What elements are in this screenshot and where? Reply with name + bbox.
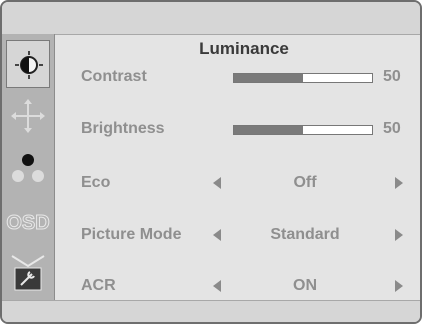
osd-header-bar	[2, 2, 420, 35]
osd-icon-text: OSD	[6, 212, 49, 234]
sidebar-item-color[interactable]	[6, 144, 50, 192]
eco-value: Off	[293, 174, 317, 191]
sidebar-item-luminance[interactable]	[6, 40, 50, 88]
sidebar-item-image-position[interactable]	[6, 92, 50, 140]
eco-label: Eco	[81, 174, 111, 191]
osd-menu: OSD Luminance Contrast 50 Brightness 50 …	[0, 0, 422, 324]
brightness-value: 50	[383, 120, 401, 137]
luminance-icon	[15, 51, 43, 79]
extra-tools-icon	[11, 255, 45, 291]
brightness-slider[interactable]	[233, 125, 373, 135]
picture-mode-value: Standard	[270, 226, 340, 243]
settings-panel: Luminance Contrast 50 Brightness 50 Eco …	[55, 34, 420, 300]
picture-mode-right-arrow-icon[interactable]	[395, 229, 403, 241]
picture-mode-left-arrow-icon[interactable]	[213, 229, 221, 241]
osd-footer-bar	[2, 300, 420, 322]
osd-icon: OSD	[6, 212, 50, 235]
contrast-slider-fill	[234, 74, 303, 82]
contrast-label: Contrast	[81, 68, 147, 85]
acr-label: ACR	[81, 277, 116, 294]
acr-right-arrow-icon[interactable]	[395, 280, 403, 292]
eco-right-arrow-icon[interactable]	[395, 177, 403, 189]
contrast-slider[interactable]	[233, 73, 373, 83]
picture-mode-label: Picture Mode	[81, 226, 182, 243]
acr-left-arrow-icon[interactable]	[213, 280, 221, 292]
image-position-icon	[11, 99, 45, 133]
contrast-value: 50	[383, 68, 401, 85]
osd-sidebar: OSD	[2, 34, 55, 300]
brightness-slider-fill	[234, 126, 303, 134]
sidebar-item-osd[interactable]: OSD	[6, 196, 50, 244]
section-title: Luminance	[199, 39, 289, 58]
sidebar-item-extra[interactable]	[6, 248, 50, 296]
eco-left-arrow-icon[interactable]	[213, 177, 221, 189]
acr-value: ON	[293, 277, 317, 294]
color-icon	[12, 154, 44, 182]
brightness-label: Brightness	[81, 120, 165, 137]
